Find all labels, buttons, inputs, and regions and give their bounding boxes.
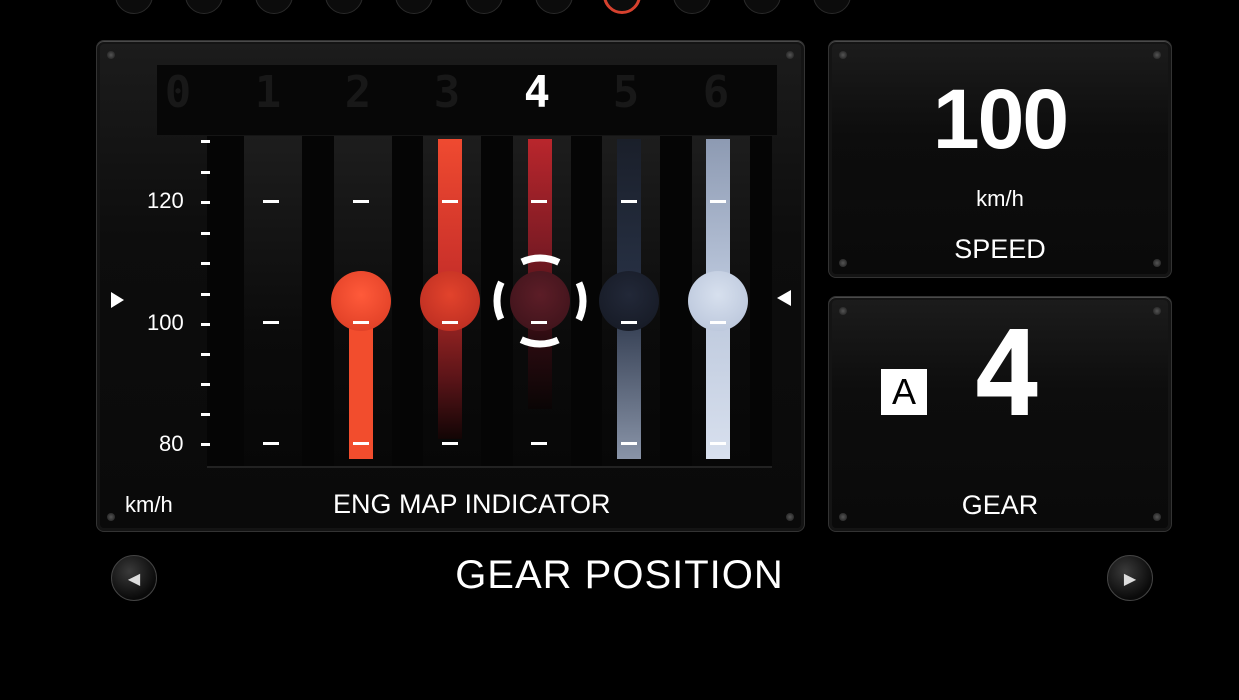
screw bbox=[107, 513, 115, 521]
scale-tick bbox=[201, 383, 210, 386]
gear-number-3: 3 bbox=[433, 67, 461, 118]
gear-column bbox=[244, 136, 302, 466]
page-dot[interactable] bbox=[743, 0, 781, 14]
bar-tick bbox=[621, 321, 637, 324]
eng-map-unit: km/h bbox=[125, 492, 173, 517]
screw bbox=[107, 51, 115, 59]
page-dot[interactable] bbox=[115, 0, 153, 14]
right-level-pointer-icon bbox=[777, 290, 791, 306]
gear-panel: A 4 GEAR bbox=[828, 296, 1172, 532]
chart-baseline bbox=[207, 466, 772, 468]
scale-tick bbox=[201, 201, 210, 204]
gear-number-5: 5 bbox=[612, 67, 640, 118]
page-title: GEAR POSITION bbox=[455, 553, 784, 597]
gear-value: 4 bbox=[971, 305, 1043, 443]
speed-label: SPEED bbox=[954, 234, 1046, 264]
bar-tick bbox=[263, 200, 279, 203]
bar-tick bbox=[263, 442, 279, 445]
next-page-button[interactable]: ▶ bbox=[1107, 555, 1153, 601]
bar-tick bbox=[710, 442, 726, 445]
screw bbox=[1153, 51, 1161, 59]
bar-tick bbox=[353, 321, 369, 324]
bar-tick bbox=[621, 200, 637, 203]
gear-number-4: 4 bbox=[523, 67, 551, 118]
bar-tick bbox=[442, 200, 458, 203]
scale-tick bbox=[201, 443, 210, 446]
bar-tick bbox=[531, 442, 547, 445]
page-dot[interactable] bbox=[325, 0, 363, 14]
screw bbox=[786, 51, 794, 59]
page-dot[interactable] bbox=[535, 0, 573, 14]
scale-tick bbox=[201, 293, 210, 296]
bar-tick bbox=[353, 200, 369, 203]
gear-number-2: 2 bbox=[344, 67, 372, 118]
speed-unit: km/h bbox=[976, 186, 1024, 211]
bar-tick bbox=[710, 200, 726, 203]
eng-map-title: ENG MAP INDICATOR bbox=[333, 489, 611, 519]
scale-tick bbox=[201, 413, 210, 416]
scale-label-80: 80 bbox=[159, 431, 184, 456]
gear-label: GEAR bbox=[961, 490, 1039, 520]
eng-map-panel: 0 1 2 3 4 5 6 120 100 80 km/h ENG MAP IN… bbox=[96, 40, 805, 532]
page-dot[interactable] bbox=[813, 0, 851, 14]
gear-number-0: 0 bbox=[164, 67, 192, 118]
page-dot[interactable] bbox=[185, 0, 223, 14]
scale-tick bbox=[201, 140, 210, 143]
scale-label-100: 100 bbox=[147, 310, 184, 335]
bar-tick bbox=[621, 442, 637, 445]
bar-tick bbox=[710, 321, 726, 324]
gear-number-6: 6 bbox=[702, 67, 730, 118]
bar-tick bbox=[442, 321, 458, 324]
screw bbox=[786, 513, 794, 521]
scale-tick bbox=[201, 262, 210, 265]
gear-number-1: 1 bbox=[254, 67, 282, 118]
bar-tick bbox=[263, 321, 279, 324]
triangle-right-icon: ▶ bbox=[1123, 568, 1137, 588]
bar-tick bbox=[442, 442, 458, 445]
scale-label-120: 120 bbox=[147, 188, 184, 213]
page-dot[interactable] bbox=[673, 0, 711, 14]
screw bbox=[839, 51, 847, 59]
gear-mode-badge: A bbox=[881, 369, 927, 415]
scale-tick bbox=[201, 171, 210, 174]
page-indicator-dots bbox=[0, 0, 1239, 14]
gear-4-selection-ring-icon bbox=[493, 254, 587, 348]
page-dot[interactable] bbox=[255, 0, 293, 14]
screw bbox=[1153, 307, 1161, 315]
scale-tick bbox=[201, 323, 210, 326]
page-dot[interactable] bbox=[465, 0, 503, 14]
page-dot[interactable] bbox=[395, 0, 433, 14]
left-level-pointer-icon bbox=[111, 292, 124, 308]
screw bbox=[839, 307, 847, 315]
bar-tick bbox=[353, 442, 369, 445]
scale-tick bbox=[201, 353, 210, 356]
scale-tick bbox=[201, 232, 210, 235]
speed-panel: 100 km/h SPEED bbox=[828, 40, 1172, 278]
bar-tick bbox=[531, 321, 547, 324]
page-dot-active[interactable] bbox=[603, 0, 641, 14]
speed-value: 100 bbox=[932, 72, 1069, 166]
bar-tick bbox=[531, 200, 547, 203]
